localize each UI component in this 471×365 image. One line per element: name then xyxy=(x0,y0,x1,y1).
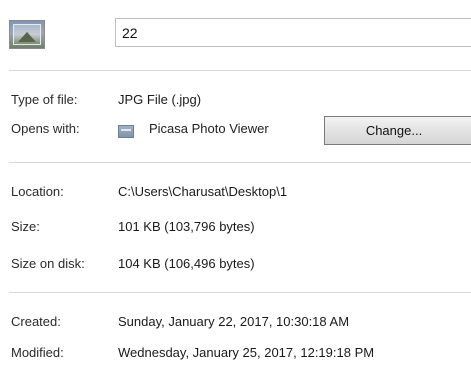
size-label: Size: xyxy=(11,219,40,234)
modified-label: Modified: xyxy=(11,345,64,360)
created-label: Created: xyxy=(11,314,61,329)
separator xyxy=(9,292,471,293)
file-name-input[interactable] xyxy=(115,18,471,47)
modified-value: Wednesday, January 25, 2017, 12:19:18 PM xyxy=(118,345,375,360)
opens-with-app: Picasa Photo Viewer xyxy=(149,121,269,136)
location-label: Location: xyxy=(11,184,64,199)
image-file-icon xyxy=(9,20,45,49)
type-of-file-label: Type of file: xyxy=(11,92,78,107)
created-value: Sunday, January 22, 2017, 10:30:18 AM xyxy=(118,314,350,329)
type-of-file-value: JPG File (.jpg) xyxy=(118,92,202,107)
opens-with-label: Opens with: xyxy=(11,121,80,136)
location-value: C:\Users\Charusat\Desktop\1 xyxy=(118,184,288,199)
change-button[interactable]: Change... xyxy=(324,116,471,145)
size-value: 101 KB (103,796 bytes) xyxy=(118,219,255,234)
size-on-disk-label: Size on disk: xyxy=(11,256,85,271)
separator xyxy=(9,70,471,71)
picasa-photo-viewer-icon xyxy=(118,125,134,138)
size-on-disk-value: 104 KB (106,496 bytes) xyxy=(118,256,255,271)
separator xyxy=(9,162,471,163)
